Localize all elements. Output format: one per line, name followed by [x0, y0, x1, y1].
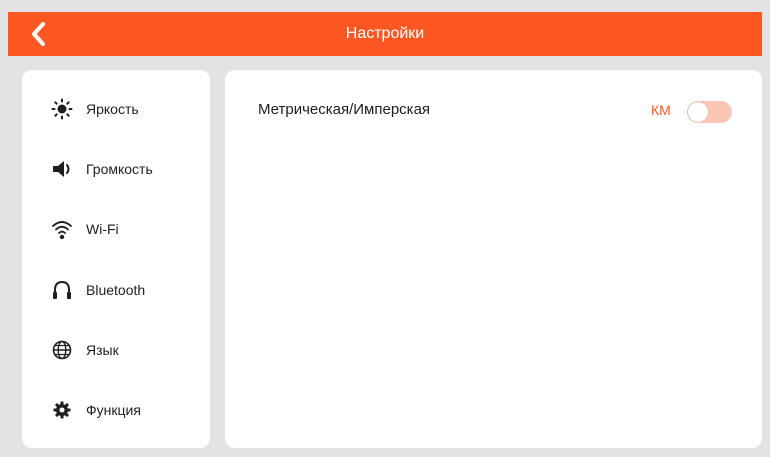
brightness-icon: [50, 97, 74, 121]
speaker-icon: [50, 157, 74, 181]
sidebar-item-language[interactable]: Язык: [22, 328, 210, 372]
sidebar-item-function[interactable]: Функция: [22, 388, 210, 432]
settings-content-panel: Метрическая/Имперская КМ: [225, 70, 762, 448]
sidebar-item-label: Wi-Fi: [86, 221, 119, 237]
sidebar-item-wifi[interactable]: Wi-Fi: [22, 207, 210, 251]
gear-icon: [50, 398, 74, 422]
toggle-knob: [688, 102, 708, 122]
headphones-icon: [50, 278, 74, 302]
sidebar-item-volume[interactable]: Громкость: [22, 147, 210, 191]
top-bar: Настройки: [8, 12, 762, 56]
sidebar-item-label: Функция: [86, 402, 141, 418]
sidebar-item-label: Язык: [86, 342, 119, 358]
sidebar-item-brightness[interactable]: Яркость: [22, 87, 210, 131]
wifi-icon: [50, 217, 74, 241]
globe-icon: [50, 338, 74, 362]
sidebar-item-label: Яркость: [86, 101, 139, 117]
page-title: Настройки: [345, 25, 425, 42]
settings-sidebar: Яркость Громкость Wi-Fi Bluetooth Язык Ф…: [22, 70, 210, 448]
unit-setting-label: Метрическая/Имперская: [258, 101, 431, 118]
sidebar-item-bluetooth[interactable]: Bluetooth: [22, 268, 210, 312]
sidebar-item-label: Громкость: [86, 161, 153, 177]
unit-value: КМ: [651, 102, 671, 118]
unit-toggle[interactable]: [687, 101, 732, 123]
sidebar-item-label: Bluetooth: [86, 282, 146, 298]
